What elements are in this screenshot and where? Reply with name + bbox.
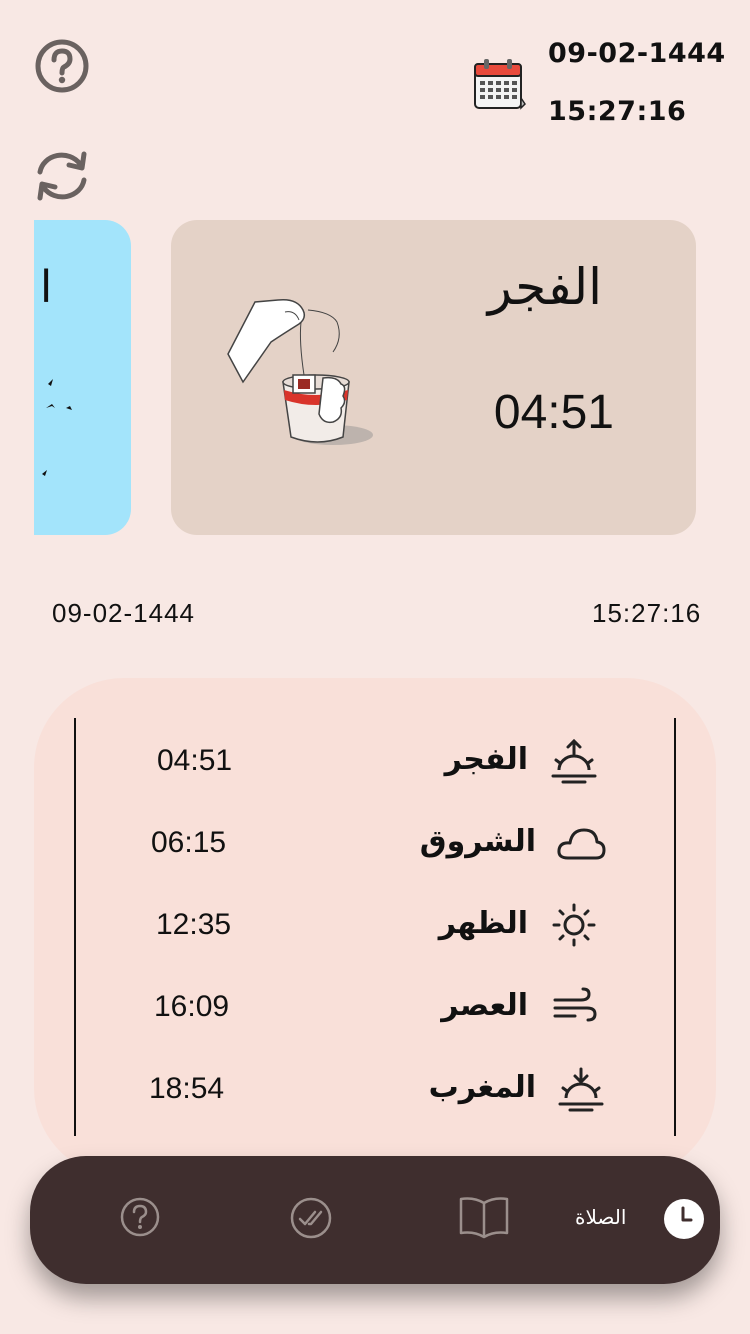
prayer-name: المغرب — [428, 1070, 536, 1105]
clock-icon[interactable] — [662, 1197, 706, 1241]
current-prayer-time: 04:51 — [493, 386, 614, 439]
header-time: 15:27:16 — [548, 96, 687, 127]
hijri-date: 09-02-1444 — [52, 598, 195, 628]
nav-prayer-label[interactable]: الصلاة — [575, 1205, 626, 1229]
header-date: 09-02-1444 — [548, 38, 726, 69]
prayer-row-fajr[interactable]: 04:51 الفجر — [34, 732, 716, 792]
prayer-name: الشروق — [419, 824, 536, 859]
birds-illustration — [42, 379, 72, 476]
prayer-name: العصر — [441, 988, 528, 1023]
current-time: 15:27:16 — [592, 598, 702, 628]
prayer-time: 04:51 — [157, 744, 233, 777]
current-prayer-name: الفجر — [487, 258, 602, 316]
sunset-icon — [558, 1067, 604, 1112]
prayer-name: الظهر — [438, 906, 528, 941]
next-prayer-card[interactable]: ا — [34, 220, 131, 535]
prayer-times-panel: 04:51 الفجر 06:15 الشروق 12:35 الظهر 16:… — [34, 678, 716, 1178]
tea-cup-illustration — [227, 298, 373, 445]
help-icon[interactable] — [34, 38, 90, 94]
next-card-text: ا — [40, 262, 53, 313]
calendar-icon[interactable] — [471, 58, 527, 112]
prayer-time: 12:35 — [156, 908, 232, 941]
prayer-row-asr[interactable]: 16:09 العصر — [34, 978, 716, 1038]
prayer-time: 18:54 — [149, 1072, 225, 1105]
refresh-icon[interactable] — [32, 148, 92, 204]
check-circle-icon[interactable] — [288, 1195, 334, 1241]
book-icon[interactable] — [458, 1195, 510, 1239]
prayer-name: الفجر — [444, 742, 528, 777]
sun-icon — [552, 903, 596, 947]
sunrise-icon — [551, 738, 597, 784]
prayer-row-shuruq[interactable]: 06:15 الشروق — [34, 814, 716, 874]
cloud-icon — [557, 828, 606, 860]
prayer-time: 16:09 — [154, 990, 230, 1023]
prayer-row-maghrib[interactable]: 18:54 المغرب — [34, 1060, 716, 1120]
wind-icon — [553, 987, 597, 1022]
current-prayer-card[interactable]: الفجر 04:51 — [171, 220, 696, 535]
bottom-nav: الصلاة — [30, 1156, 720, 1284]
help-icon[interactable] — [118, 1195, 162, 1239]
prayer-row-dhuhr[interactable]: 12:35 الظهر — [34, 896, 716, 956]
prayer-time: 06:15 — [151, 826, 227, 859]
